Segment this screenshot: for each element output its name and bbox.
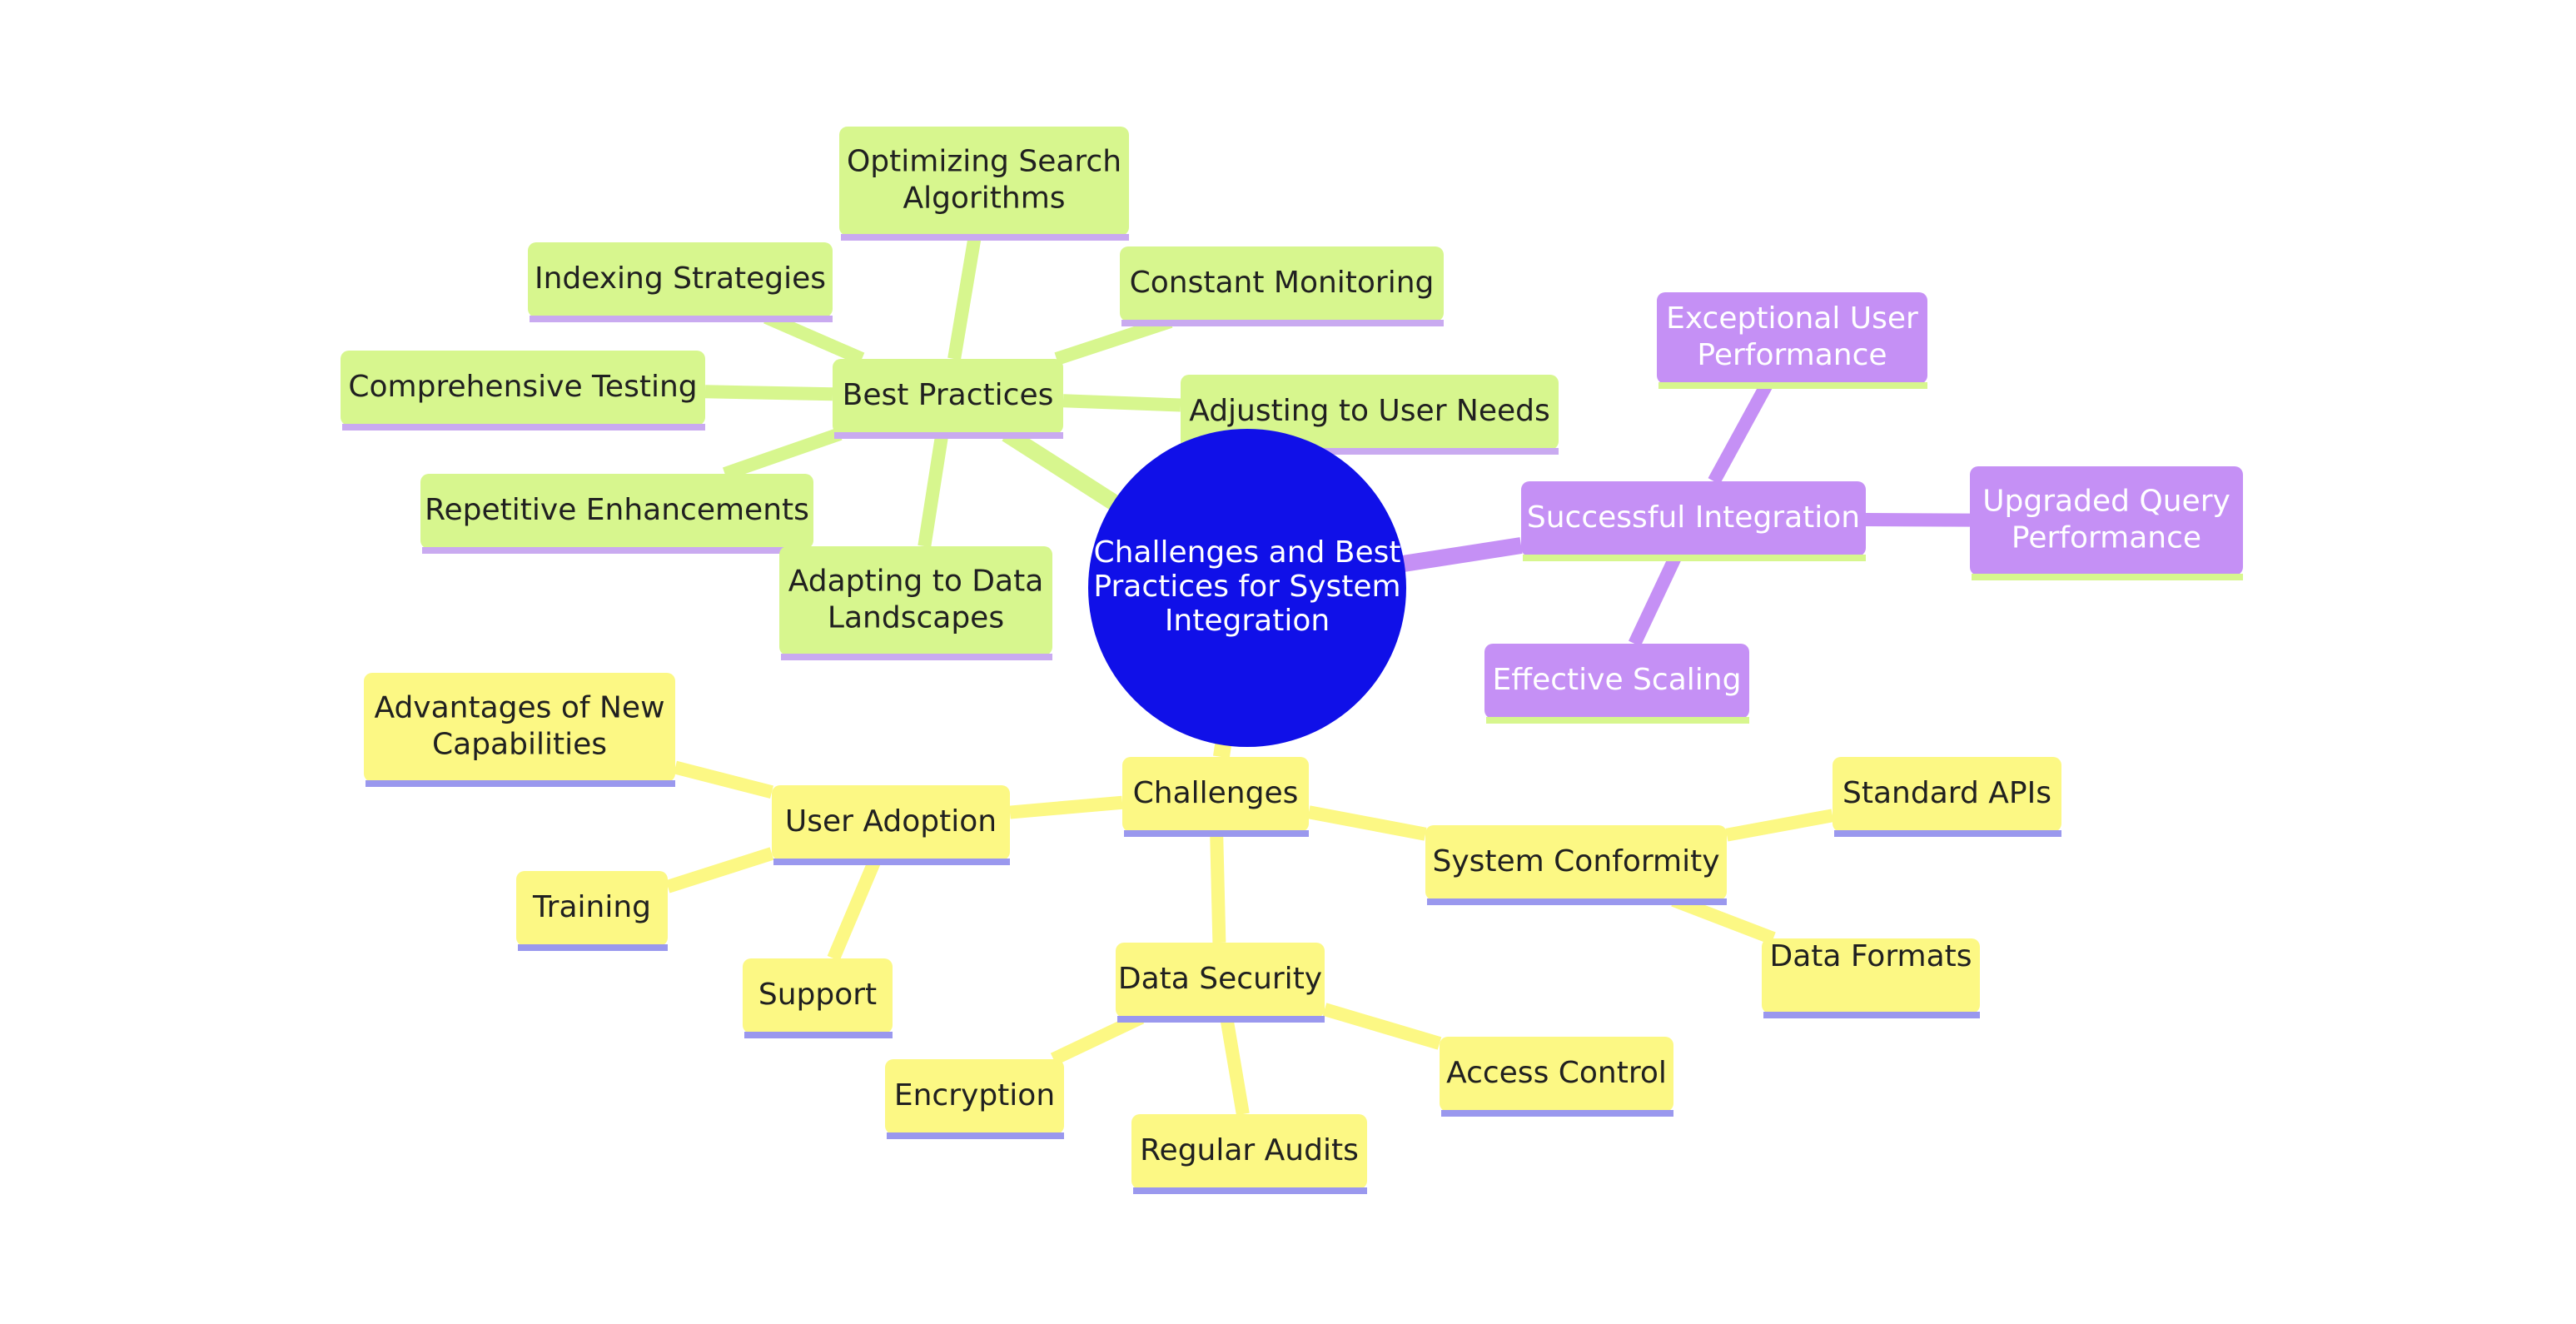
mind-map-node-label: Landscapes: [828, 601, 1004, 635]
mind-map-root-label: Challenges and Best: [1093, 535, 1400, 570]
mind-map-node-label: Successful Integration: [1527, 500, 1860, 535]
mind-map-canvas: Best Practices Optimizing Search Algorithm…: [0, 0, 2576, 1324]
mind-map-node-access-control[interactable]: Access Control: [1440, 1037, 1673, 1117]
mind-map-node-label: Support: [758, 978, 877, 1012]
mind-map-node-label: Data Security: [1118, 962, 1322, 996]
mind-map-node-encryption[interactable]: Encryption: [885, 1059, 1064, 1139]
mind-map-node-label: Comprehensive Testing: [348, 370, 697, 404]
mind-map-node-adapting-to-data-landscapes[interactable]: Adapting to DataLandscapes: [779, 546, 1052, 660]
node-layer: Best Practices Optimizing SearchAlgorithm…: [341, 127, 2243, 1194]
mind-map-node-label: User Adoption: [785, 804, 997, 839]
mind-map-node-comprehensive-testing[interactable]: Comprehensive Testing: [341, 351, 705, 431]
mind-map-node-indexing-strategies[interactable]: Indexing Strategies: [528, 242, 833, 322]
mind-map-node-data-security[interactable]: Data Security: [1116, 943, 1325, 1023]
mind-map-node-system-conformity[interactable]: System Conformity: [1425, 825, 1727, 905]
mind-map-node-regular-audits[interactable]: Regular Audits: [1131, 1114, 1367, 1194]
mind-map-node-label: Best Practices: [843, 378, 1054, 412]
mind-map-node-label: Effective Scaling: [1493, 663, 1742, 697]
mind-map-root-node[interactable]: Challenges and BestPractices for SystemI…: [1088, 429, 1406, 747]
mind-map-node-effective-scaling[interactable]: Effective Scaling: [1484, 644, 1749, 724]
mind-map-node-label: Challenges: [1133, 776, 1299, 810]
mind-map-root-label: Integration: [1165, 604, 1330, 638]
mind-map-node-label: Data Formats: [1769, 939, 1972, 973]
mind-map-node-advantages-of-new-capabilities[interactable]: Advantages of NewCapabilities: [364, 673, 675, 787]
mind-map-node-label: Access Control: [1446, 1056, 1667, 1090]
mind-map-node-label: Adapting to Data: [788, 565, 1044, 599]
mind-map-node-label: Performance: [1697, 338, 1887, 372]
mind-map-node-user-adoption[interactable]: User Adoption: [772, 785, 1010, 865]
mind-map-node-label: Indexing Strategies: [535, 261, 826, 296]
mind-map-node-optimizing-search-algorithms[interactable]: Optimizing SearchAlgorithms: [839, 127, 1129, 241]
mind-map-node-constant-monitoring[interactable]: Constant Monitoring: [1120, 246, 1444, 326]
mind-map-node-label: Standard APIs: [1842, 776, 2051, 810]
mind-map-node-label: Constant Monitoring: [1130, 266, 1435, 300]
mind-map-node-label: Optimizing Search: [847, 145, 1121, 179]
mind-map-node-label: Upgraded Query: [1982, 485, 2230, 519]
mind-map-node-label: Adjusting to User Needs: [1189, 394, 1550, 428]
mind-map-node-label: Repetitive Enhancements: [425, 493, 809, 527]
mind-map-node-support[interactable]: Support: [743, 958, 893, 1038]
mind-map-node-training[interactable]: Training: [516, 871, 668, 951]
mind-map-node-label: Regular Audits: [1140, 1133, 1359, 1167]
mind-map-node-best-practices[interactable]: Best Practices: [833, 359, 1063, 439]
mind-map-node-label: Encryption: [894, 1078, 1055, 1112]
mind-map-node-label: Advantages of New: [374, 691, 664, 725]
mind-map-node-label: Algorithms: [903, 182, 1065, 216]
mind-map-node-label: Exceptional User: [1666, 301, 1918, 336]
mind-map-node-upgraded-query-performance[interactable]: Upgraded QueryPerformance: [1970, 466, 2243, 580]
mind-map-node-repetitive-enhancements[interactable]: Repetitive Enhancements: [420, 474, 813, 554]
mind-map-node-label: Performance: [2012, 521, 2201, 555]
mind-map-node-exceptional-user-performance[interactable]: Exceptional UserPerformance: [1657, 292, 1927, 389]
mind-map-node-standard-apis[interactable]: Standard APIs: [1833, 757, 2061, 837]
mind-map-svg: Best Practices Optimizing SearchAlgorithm…: [341, 127, 2243, 1194]
mind-map-node-label: System Conformity: [1432, 844, 1719, 879]
mind-map-node-label: Capabilities: [432, 728, 607, 762]
mind-map-node-label: Training: [532, 890, 651, 924]
mind-map-node-challenges[interactable]: Challenges: [1122, 757, 1309, 837]
mind-map-node-successful-integration[interactable]: Successful Integration: [1521, 481, 1866, 561]
mind-map-node-data-formats[interactable]: Data Formats: [1762, 938, 1980, 1018]
mind-map-root-label: Practices for System: [1093, 570, 1400, 604]
